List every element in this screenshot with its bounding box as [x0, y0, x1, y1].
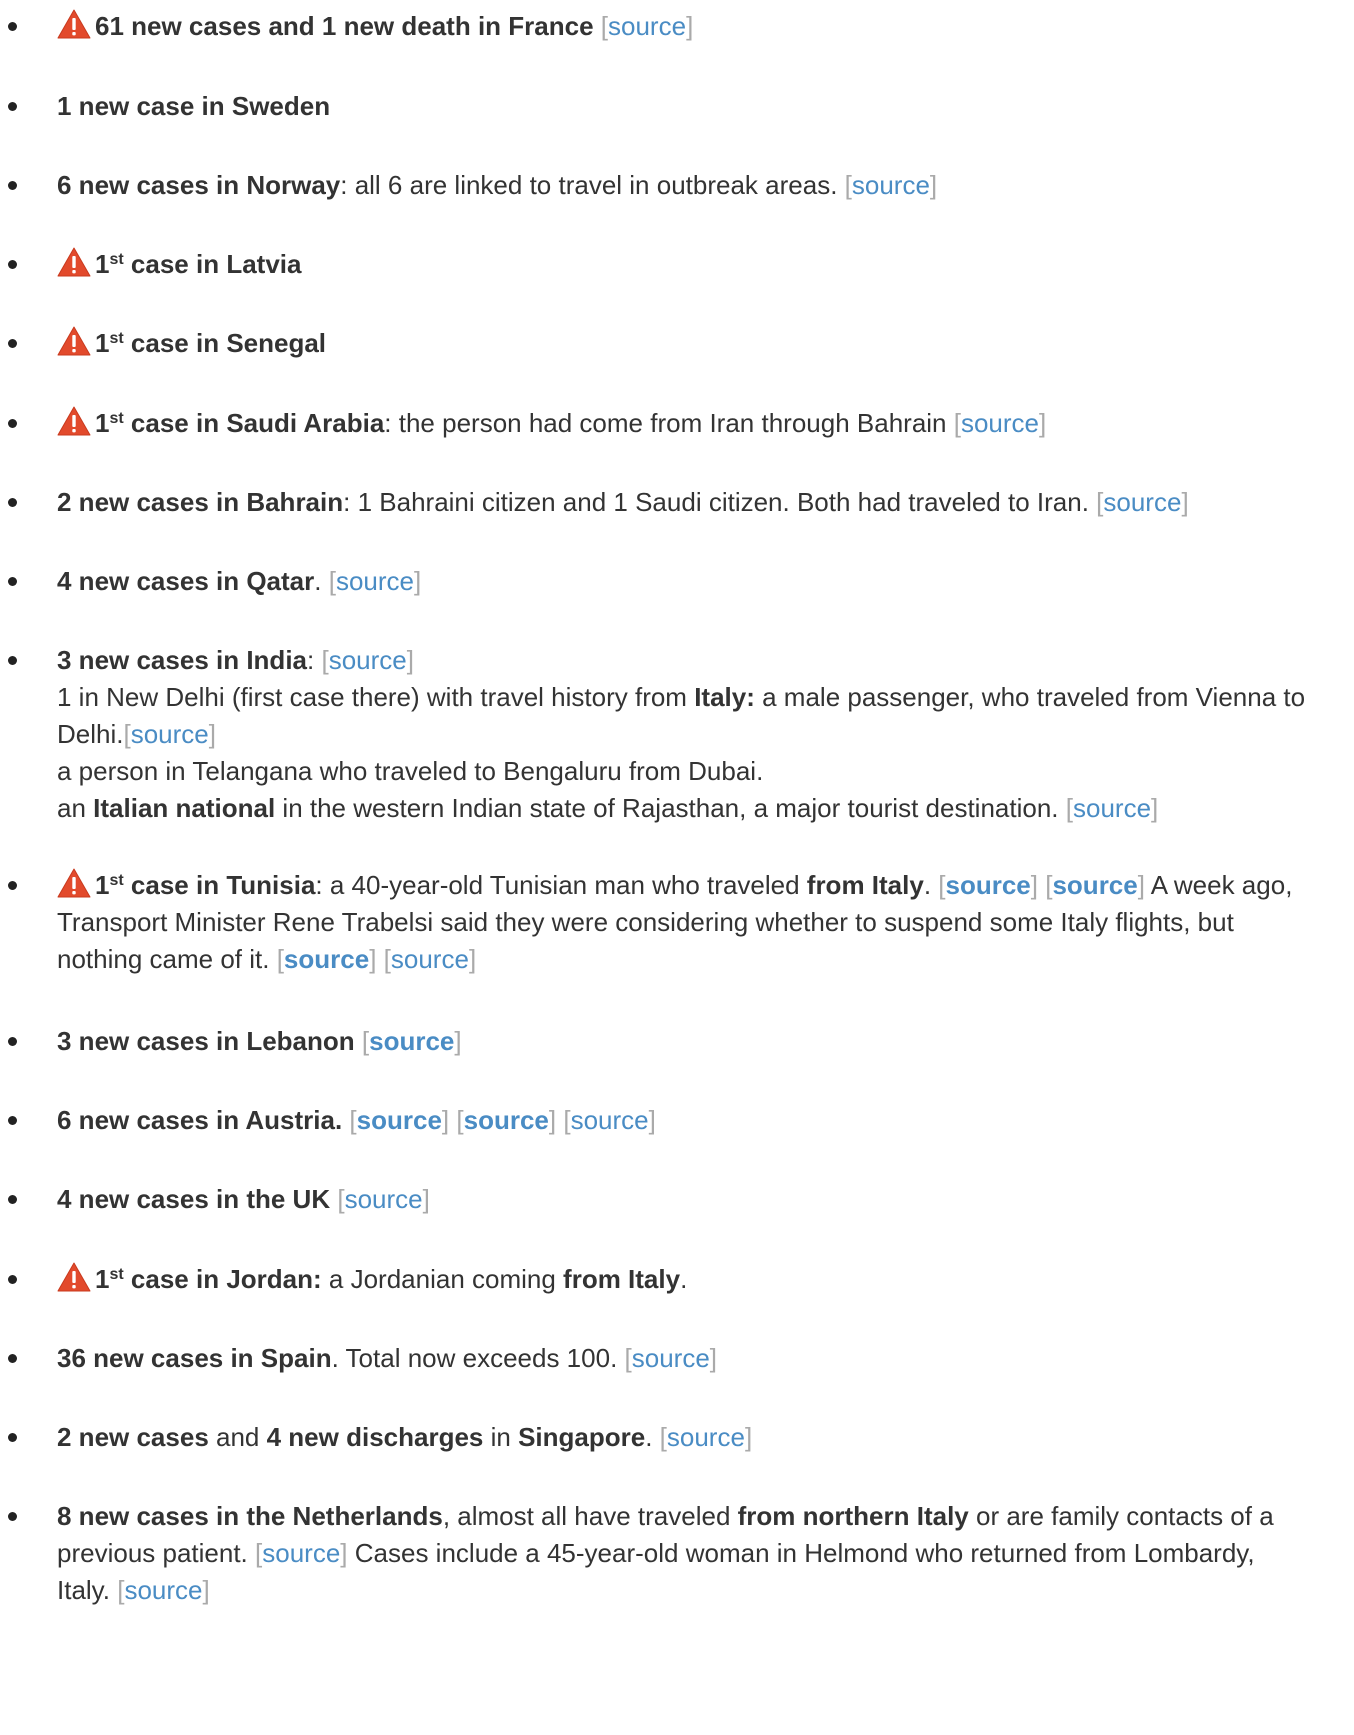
- headline: 1 new case in Sweden: [57, 91, 331, 121]
- source-link[interactable]: source: [961, 408, 1039, 438]
- source-link[interactable]: source: [852, 170, 930, 200]
- source-link[interactable]: source: [124, 1575, 202, 1605]
- detail-text: an Italian national in the western India…: [57, 793, 1159, 823]
- headline: 1st case in Tunisia: [95, 870, 316, 900]
- bullet: [8, 656, 17, 665]
- source-link[interactable]: source: [131, 719, 209, 749]
- bullet: [8, 577, 17, 586]
- bullet: [8, 1116, 17, 1125]
- source-link[interactable]: source: [336, 566, 414, 596]
- bullet: [8, 881, 17, 890]
- headline: 3 new cases in India: [57, 645, 307, 675]
- detail-text: .: [314, 566, 329, 596]
- detail-text: a person in Telangana who traveled to Be…: [57, 756, 764, 786]
- headline: 61 new cases and 1 new death in France: [95, 11, 594, 41]
- headline: 1st case in Saudi Arabia: [95, 408, 385, 438]
- detail-text: 1st case in Tunisia: a 40-year-old Tunis…: [57, 868, 1293, 974]
- headline: 6 new cases in Norway: [57, 170, 341, 200]
- headline: 1st case in Senegal: [95, 328, 327, 358]
- warning-triangle-icon: [57, 1262, 91, 1292]
- warning-triangle-icon: [57, 247, 91, 277]
- headline: 3 new cases in Lebanon: [57, 1026, 355, 1056]
- bullet: [8, 102, 17, 111]
- bullet: [8, 1512, 17, 1521]
- bullet: [8, 1433, 17, 1442]
- source-link[interactable]: source: [284, 944, 369, 974]
- bullet: [8, 419, 17, 428]
- bullet: [8, 260, 17, 269]
- bullet: [8, 22, 17, 31]
- detail-text: : 1 Bahraini citizen and 1 Saudi citizen…: [343, 487, 1097, 517]
- detail-text: 2 new cases and 4 new discharges in Sing…: [57, 1422, 753, 1452]
- source-link[interactable]: source: [464, 1105, 549, 1135]
- source-link[interactable]: source: [369, 1026, 454, 1056]
- bullet: [8, 498, 17, 507]
- source-link[interactable]: source: [667, 1422, 745, 1452]
- source-link[interactable]: source: [946, 870, 1031, 900]
- source-link[interactable]: source: [632, 1343, 710, 1373]
- source-link[interactable]: source: [608, 11, 686, 41]
- warning-triangle-icon: [57, 868, 91, 898]
- source-link[interactable]: source: [571, 1105, 649, 1135]
- bullet: [8, 181, 17, 190]
- detail-text: 1 in New Delhi (first case there) with t…: [57, 682, 1306, 749]
- bullet: [8, 339, 17, 348]
- detail-text: : the person had come from Iran through …: [384, 408, 954, 438]
- headline: 4 new cases in the UK: [57, 1184, 331, 1214]
- bullet: [8, 1195, 17, 1204]
- warning-triangle-icon: [57, 9, 91, 39]
- source-link[interactable]: source: [1052, 870, 1137, 900]
- detail-text: 8 new cases in the Netherlands, almost a…: [57, 1501, 1274, 1605]
- warning-triangle-icon: [57, 326, 91, 356]
- detail-text: : all 6 are linked to travel in outbreak…: [340, 170, 845, 200]
- headline: 2 new cases in Bahrain: [57, 487, 344, 517]
- headline: 6 new cases in Austria.: [57, 1105, 343, 1135]
- headline: 36 new cases in Spain: [57, 1343, 332, 1373]
- bullet: [8, 1275, 17, 1284]
- source-link[interactable]: source: [345, 1184, 423, 1214]
- detail-text: [594, 11, 601, 41]
- detail-text: 1st case in Jordan: a Jordanian coming f…: [57, 1261, 1347, 1298]
- headline: 4 new cases in Qatar: [57, 566, 315, 596]
- headline: 1st case in Jordan:: [95, 1264, 322, 1294]
- source-link[interactable]: source: [1073, 793, 1151, 823]
- source-link[interactable]: source: [357, 1105, 442, 1135]
- source-link[interactable]: source: [391, 944, 469, 974]
- warning-triangle-icon: [57, 406, 91, 436]
- bullet: [8, 1037, 17, 1046]
- source-link[interactable]: source: [329, 645, 407, 675]
- bullet: [8, 1354, 17, 1363]
- source-link[interactable]: source: [1103, 487, 1181, 517]
- source-link[interactable]: source: [262, 1538, 340, 1568]
- headline: 1st case in Latvia: [95, 249, 302, 279]
